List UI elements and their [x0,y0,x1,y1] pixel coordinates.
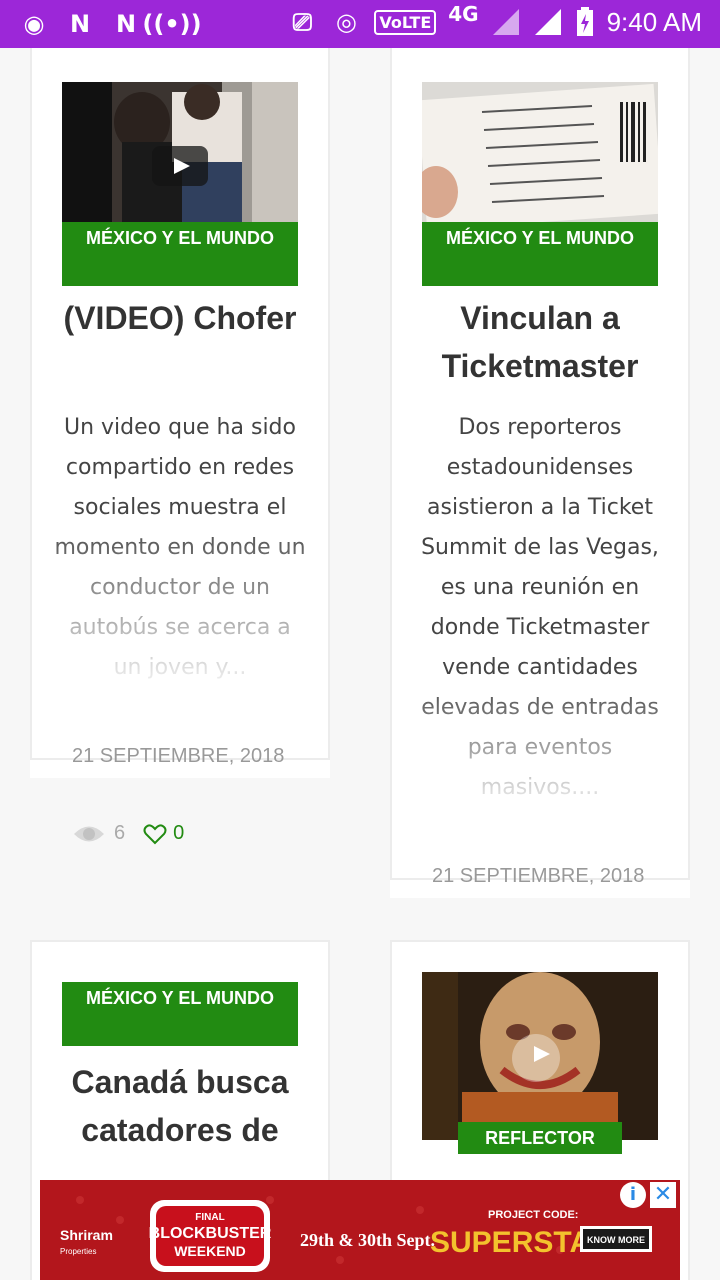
hotspot-icon: ((•)) [142,10,202,38]
ad-close-icon[interactable]: ✕ [650,1182,676,1208]
ad-dates: 29th & 30th Sept. [300,1230,435,1250]
eye-icon [74,826,104,841]
category-badge[interactable]: REFLECTOR [458,1122,622,1154]
n-app-icon: N [69,10,91,38]
views-count: 6 [114,822,126,844]
article-stats: 6 0 [72,822,184,845]
tickets-image [422,82,658,222]
article-grid: MÉXICO Y EL MUNDO (VIDEO) Chofer Un vide… [0,48,720,1280]
ad-event-sub: WEEKEND [174,1243,246,1259]
article-thumbnail[interactable] [422,82,658,222]
battery-charging-icon [576,7,593,36]
heart-icon[interactable] [143,823,167,845]
ad-event-title: BLOCKBUSTER [149,1225,272,1242]
ad-project-label: PROJECT CODE: [488,1209,578,1221]
status-bar: ◉ N N ((•)) ⎚ ◎ VoLTE 4G 9:40 AM [0,0,720,48]
likes-count: 0 [173,822,185,844]
article-card[interactable]: MÉXICO Y EL MUNDO Vinculan a Ticketmaste… [390,48,690,880]
ad-artwork: Shriram Properties FINAL BLOCKBUSTER WEE… [40,1180,680,1280]
article-thumbnail[interactable] [422,972,658,1140]
ad-brand-sub: Properties [60,1247,96,1256]
play-icon[interactable] [152,146,208,186]
article-date: 21 SEPTIEMBRE, 2018 [432,865,645,887]
article-title[interactable]: Vinculan a Ticketmaster [392,294,688,390]
network-type: 4G [448,2,479,26]
radio-icon: ◉ [23,10,45,38]
signal-icon [534,9,561,35]
excerpt-fade [392,678,688,818]
ad-banner[interactable]: Shriram Properties FINAL BLOCKBUSTER WEE… [40,1180,680,1280]
category-badge[interactable]: MÉXICO Y EL MUNDO [62,222,298,286]
article-card[interactable]: MÉXICO Y EL MUNDO (VIDEO) Chofer Un vide… [30,48,330,760]
clock: 9:40 AM [606,6,702,37]
article-title[interactable]: Canadá busca catadores de [32,1058,328,1154]
volte-icon: VoLTE [374,9,437,35]
cast-icon: ⎚ [292,8,312,36]
ad-info-icon[interactable]: i [620,1182,646,1208]
ad-brand: Shriram [60,1227,113,1243]
article-title[interactable]: (VIDEO) Chofer [32,294,328,342]
article-date: 21 SEPTIEMBRE, 2018 [72,745,285,767]
article-thumbnail[interactable] [62,82,298,222]
signal-icon [492,9,519,35]
n-app-icon: N [115,10,137,38]
excerpt-fade [32,518,328,698]
category-badge[interactable]: MÉXICO Y EL MUNDO [62,982,298,1046]
play-icon[interactable] [512,1034,560,1082]
ad-cta[interactable]: KNOW MORE [587,1235,645,1245]
category-badge[interactable]: MÉXICO Y EL MUNDO [422,222,658,286]
wifi-hotspot-icon: ◎ [335,8,357,36]
ad-event-small: FINAL [195,1212,224,1223]
